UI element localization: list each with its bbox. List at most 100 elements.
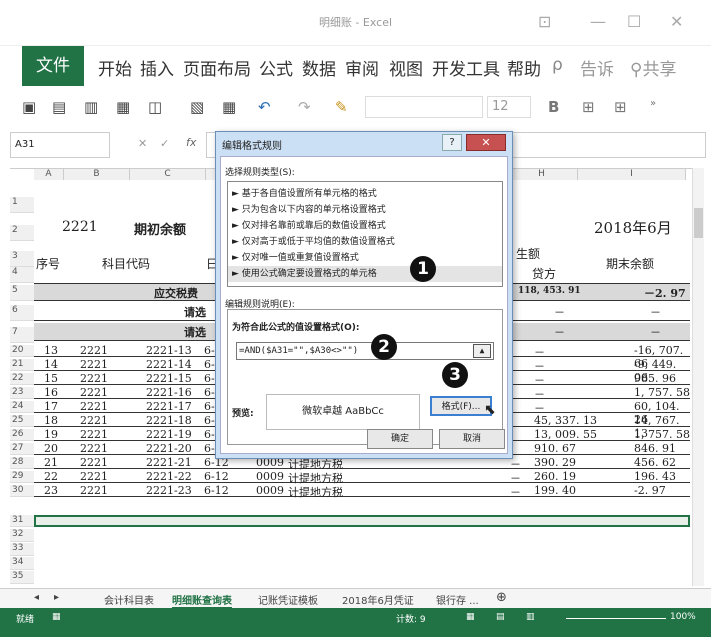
row-header[interactable]: 32 — [10, 529, 34, 542]
rule-option[interactable]: ► 基于各自值设置所有单元格的格式 — [232, 186, 377, 199]
row-header[interactable]: 4 — [10, 267, 34, 283]
macro-icon[interactable]: ▦ — [52, 612, 61, 622]
tab-view[interactable]: 视图 — [389, 55, 423, 80]
row-header[interactable]: 25 — [10, 415, 34, 427]
rule-option[interactable]: ► 仅对排名靠前或靠后的数值设置格式 — [232, 218, 386, 231]
sheet-tab[interactable]: 会计科目表 — [104, 592, 154, 607]
minimize-icon[interactable]: — — [590, 12, 606, 31]
row-header[interactable]: 31 — [10, 515, 34, 527]
row-header[interactable]: 24 — [10, 401, 34, 413]
col-header[interactable]: C — [130, 169, 206, 180]
row-header[interactable]: 21 — [10, 359, 34, 371]
help-button[interactable]: ? — [442, 134, 462, 151]
fx-icon[interactable]: fx — [186, 136, 196, 149]
row-header[interactable]: 22 — [10, 373, 34, 385]
enter-icon[interactable]: ✓ — [160, 137, 169, 150]
ribbon-display-icon[interactable]: ⊡ — [538, 12, 551, 31]
table-row[interactable]: 22 2221 2221-22 6-12 0009 计提地方税－ 260. 19 196. 4… — [34, 470, 690, 485]
copy-icon[interactable]: ▥ — [84, 98, 98, 116]
row-header[interactable]: 2 — [10, 225, 34, 241]
row-header[interactable]: 1 — [10, 197, 34, 213]
col-header[interactable]: I — [578, 169, 686, 180]
collapse-icon[interactable]: ▲ — [473, 344, 491, 358]
tab-help[interactable]: 帮助 — [507, 55, 541, 80]
share-button[interactable]: ⚲共享 — [630, 55, 676, 80]
period-label[interactable]: 期初余额 — [134, 219, 186, 238]
tab-home[interactable]: 开始 — [98, 55, 132, 80]
rule-option[interactable]: ► 仅对高于或低于平均值的数值设置格式 — [232, 234, 395, 247]
sheet-tab[interactable]: 记账凭证模板 — [258, 592, 318, 607]
cancel-icon[interactable]: ✕ — [138, 137, 147, 150]
row-header[interactable]: 30 — [10, 485, 34, 497]
row-header[interactable]: 28 — [10, 457, 34, 469]
normal-view-icon[interactable]: ▦ — [466, 612, 475, 622]
close-dialog-button[interactable]: ✕ — [466, 134, 506, 151]
formula-input[interactable]: =AND($A31="",$A30<>"") ▲ — [236, 342, 494, 360]
date-cell[interactable]: 2018年6月 — [594, 217, 672, 238]
row-header[interactable]: 7 — [10, 327, 34, 343]
header-credit[interactable]: 贷方 — [532, 265, 556, 282]
format-button[interactable]: 格式(F)... — [430, 396, 492, 416]
row-header[interactable]: 5 — [10, 285, 34, 301]
row-header[interactable]: 29 — [10, 471, 34, 483]
maximize-icon[interactable]: ☐ — [627, 12, 641, 31]
grid-icon[interactable]: ⊞ — [614, 98, 627, 116]
row-header[interactable]: 33 — [10, 543, 34, 556]
col-header[interactable]: H — [506, 169, 578, 180]
tab-review[interactable]: 审阅 — [345, 55, 379, 80]
page-break-icon[interactable]: ▥ — [526, 612, 535, 622]
tab-page-layout[interactable]: 页面布局 — [183, 55, 251, 80]
sheet-tab[interactable]: 银行存 ... — [436, 592, 479, 607]
rule-option[interactable]: ► 只为包含以下内容的单元格设置格式 — [232, 202, 386, 215]
save-as-icon[interactable]: ▤ — [52, 98, 66, 116]
row-header[interactable]: 3 — [10, 251, 34, 267]
scroll-thumb[interactable] — [694, 208, 703, 238]
rule-option[interactable]: ► 仅对唯一值或重复值设置格式 — [232, 250, 359, 263]
bold-icon[interactable]: B — [548, 98, 559, 116]
rule-option-selected[interactable]: ► 使用公式确定要设置格式的单元格 — [228, 266, 502, 282]
tab-formulas[interactable]: 公式 — [259, 55, 293, 80]
format-painter-icon[interactable]: ✎ — [335, 98, 348, 116]
selected-row-31[interactable] — [34, 515, 690, 527]
preview-icon[interactable]: ◫ — [148, 98, 162, 116]
page-layout-icon[interactable]: ▤ — [496, 612, 505, 622]
close-icon[interactable]: ✕ — [670, 12, 683, 31]
cancel-button[interactable]: 取消 — [439, 429, 505, 449]
tab-developer[interactable]: 开发工具 — [432, 55, 500, 80]
col-header[interactable]: B — [64, 169, 130, 180]
save-icon[interactable]: ▣ — [22, 98, 36, 116]
row-header[interactable]: 26 — [10, 429, 34, 441]
print-icon[interactable]: ▧ — [190, 98, 204, 116]
font-name-box[interactable] — [365, 96, 483, 118]
tell-me[interactable]: 告诉 — [580, 55, 614, 80]
next-sheet-icon[interactable]: ▸ — [54, 592, 59, 603]
lightbulb-icon[interactable]: ρ — [552, 55, 563, 75]
rule-type-list[interactable]: ► 基于各自值设置所有单元格的格式 ► 只为包含以下内容的单元格设置格式 ► 仅… — [227, 181, 503, 287]
sheet-tab-active[interactable]: 明细账查询表 — [172, 592, 232, 609]
header-end[interactable]: 期末余额 — [606, 255, 654, 272]
ok-button[interactable]: 确定 — [367, 429, 433, 449]
add-sheet-icon[interactable]: ⊕ — [496, 590, 507, 605]
prev-sheet-icon[interactable]: ◂ — [34, 592, 39, 603]
tab-data[interactable]: 数据 — [302, 55, 336, 80]
row-header[interactable]: 27 — [10, 443, 34, 455]
zoom-slider[interactable] — [566, 618, 666, 619]
table-icon[interactable]: ▦ — [222, 98, 236, 116]
header-code[interactable]: 科目代码 — [102, 255, 150, 272]
vertical-scrollbar[interactable] — [692, 168, 704, 586]
header-amount[interactable]: 生额 — [516, 245, 540, 262]
sheet-tab[interactable]: 2018年6月凭证 — [342, 592, 414, 607]
font-size-box[interactable]: 12 — [487, 96, 531, 118]
name-box[interactable]: A31 — [10, 132, 110, 158]
redo-icon[interactable]: ↷ — [298, 98, 311, 116]
header-seq[interactable]: 序号 — [36, 255, 60, 272]
undo-icon[interactable]: ↶ — [258, 98, 271, 116]
row-header[interactable]: 34 — [10, 557, 34, 570]
col-header[interactable]: A — [34, 169, 64, 180]
row-header[interactable]: 23 — [10, 387, 34, 399]
row-header[interactable]: 6 — [10, 305, 34, 321]
excel-icon[interactable]: ▦ — [116, 98, 130, 116]
tab-file[interactable]: 文件 — [22, 46, 84, 86]
row-header[interactable]: 20 — [10, 345, 34, 357]
border-icon[interactable]: ⊞ — [582, 98, 595, 116]
